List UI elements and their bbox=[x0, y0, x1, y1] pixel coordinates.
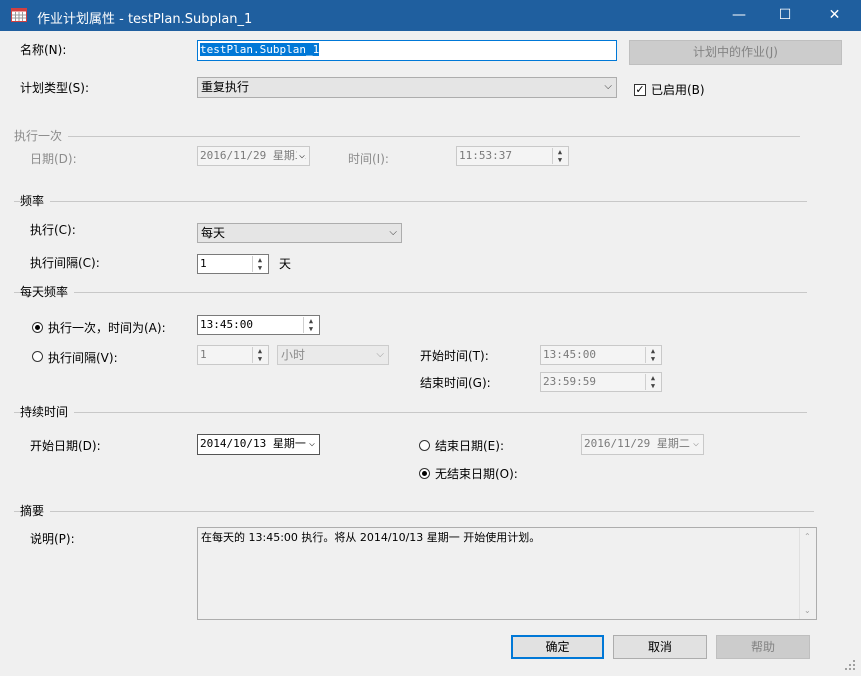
end-date-value: 2016/11/29 星期二 bbox=[584, 437, 690, 450]
start-time-spinner[interactable]: 13:45:00 ▲ ▼ bbox=[540, 345, 662, 365]
recurs-spinner[interactable]: 1 ▲ ▼ bbox=[197, 254, 269, 274]
scroll-up-icon: ⌃ bbox=[804, 532, 811, 541]
chevron-down-icon: ⌵ bbox=[376, 349, 384, 360]
enabled-checkbox[interactable]: ✓ bbox=[634, 84, 646, 96]
occurs-select[interactable]: 每天 ⌵ bbox=[197, 223, 402, 243]
recurs-label: 执行间隔(C): bbox=[30, 256, 100, 270]
end-date-radio[interactable] bbox=[419, 440, 430, 451]
daily-every-unit-value: 小时 bbox=[281, 348, 306, 362]
once-date-picker[interactable]: 2016/11/29 星期二 ⌵ bbox=[197, 146, 310, 166]
maximize-icon: ☐ bbox=[778, 7, 792, 23]
minimize-icon: — bbox=[732, 7, 746, 23]
start-date-value: 2014/10/13 星期一 bbox=[200, 437, 306, 450]
daily-once-radio[interactable] bbox=[32, 322, 43, 333]
end-date-label: 结束日期(E): bbox=[435, 439, 504, 453]
no-end-date-label: 无结束日期(O): bbox=[435, 467, 518, 481]
daily-once-time-spinner[interactable]: 13:45:00 ▲ ▼ bbox=[197, 315, 320, 335]
chevron-down-icon: ⌵ bbox=[389, 227, 397, 238]
enabled-label: 已启用(B) bbox=[651, 83, 705, 97]
minimize-button[interactable]: — bbox=[716, 0, 762, 31]
once-time-value: 11:53:37 bbox=[459, 149, 512, 162]
once-divider bbox=[14, 136, 800, 137]
frequency-section-title: 频率 bbox=[20, 193, 51, 209]
spinner-arrows-icon[interactable]: ▲ ▼ bbox=[252, 347, 267, 363]
daily-every-unit-select[interactable]: 小时 ⌵ bbox=[277, 345, 389, 365]
end-time-value: 23:59:59 bbox=[543, 375, 596, 388]
daily-every-radio[interactable] bbox=[32, 351, 43, 362]
recurs-unit: 天 bbox=[279, 257, 292, 271]
schedule-type-label: 计划类型(S): bbox=[20, 81, 90, 95]
resize-grip-icon[interactable] bbox=[843, 658, 857, 672]
once-date-value: 2016/11/29 星期二 bbox=[200, 149, 306, 162]
once-time-spinner[interactable]: 11:53:37 ▲ ▼ bbox=[456, 146, 569, 166]
checkmark-icon: ✓ bbox=[635, 83, 645, 96]
daily-once-time-value: 13:45:00 bbox=[200, 318, 253, 331]
schedule-type-select[interactable]: 重复执行 ⌵ bbox=[197, 77, 617, 98]
frequency-divider bbox=[14, 201, 807, 202]
spinner-arrows-icon[interactable]: ▲ ▼ bbox=[252, 256, 267, 272]
end-time-spinner[interactable]: 23:59:59 ▲ ▼ bbox=[540, 372, 662, 392]
maximize-button[interactable]: ☐ bbox=[762, 0, 808, 31]
spinner-arrows-icon[interactable]: ▲ ▼ bbox=[645, 347, 660, 363]
daily-divider bbox=[14, 292, 807, 293]
daily-every-spinner[interactable]: 1 ▲ ▼ bbox=[197, 345, 269, 365]
start-date-label: 开始日期(D): bbox=[30, 439, 101, 453]
summary-divider bbox=[14, 511, 814, 512]
spinner-arrows-icon[interactable]: ▲ ▼ bbox=[303, 317, 318, 333]
once-date-label: 日期(D): bbox=[30, 152, 77, 166]
name-label: 名称(N): bbox=[20, 43, 67, 57]
spinner-arrows-icon[interactable]: ▲ ▼ bbox=[552, 148, 567, 164]
recurs-value: 1 bbox=[200, 257, 207, 270]
daily-every-label: 执行间隔(V): bbox=[48, 351, 118, 365]
chevron-down-icon: ⌵ bbox=[306, 435, 315, 453]
help-button[interactable]: 帮助 bbox=[716, 635, 810, 659]
window-title: 作业计划属性 - testPlan.Subplan_1 bbox=[37, 12, 253, 27]
description-text: 在每天的 13:45:00 执行。将从 2014/10/13 星期一 开始使用计… bbox=[201, 531, 541, 544]
start-date-picker[interactable]: 2014/10/13 星期一 ⌵ bbox=[197, 434, 320, 455]
daily-section-title: 每天频率 bbox=[20, 284, 75, 300]
scroll-down-icon: ⌄ bbox=[804, 606, 811, 615]
cancel-button[interactable]: 取消 bbox=[613, 635, 707, 659]
no-end-date-radio[interactable] bbox=[419, 468, 430, 479]
name-value: testPlan.Subplan_1 bbox=[200, 43, 320, 56]
close-icon: ✕ bbox=[828, 7, 841, 23]
daily-once-label: 执行一次，时间为(A): bbox=[48, 321, 166, 335]
schedule-type-value: 重复执行 bbox=[201, 80, 250, 94]
start-time-label: 开始时间(T): bbox=[420, 349, 489, 363]
description-scrollbar[interactable]: ⌃ ⌄ bbox=[799, 528, 816, 619]
once-section-title: 执行一次 bbox=[14, 128, 69, 144]
description-textarea[interactable]: 在每天的 13:45:00 执行。将从 2014/10/13 星期一 开始使用计… bbox=[197, 527, 817, 620]
chevron-down-icon: ⌵ bbox=[690, 435, 699, 453]
once-time-label: 时间(I): bbox=[348, 152, 389, 166]
daily-every-value: 1 bbox=[200, 348, 207, 361]
spinner-arrows-icon[interactable]: ▲ ▼ bbox=[645, 374, 660, 390]
summary-section-title: 摘要 bbox=[20, 503, 51, 519]
occurs-value: 每天 bbox=[201, 226, 226, 240]
chevron-down-icon: ⌵ bbox=[296, 147, 305, 165]
calendar-grid-icon bbox=[11, 8, 27, 22]
duration-section-title: 持续时间 bbox=[20, 404, 75, 420]
duration-divider bbox=[14, 412, 807, 413]
description-label: 说明(P): bbox=[30, 532, 75, 546]
ok-button[interactable]: 确定 bbox=[511, 635, 604, 659]
close-button[interactable]: ✕ bbox=[808, 0, 861, 31]
start-time-value: 13:45:00 bbox=[543, 348, 596, 361]
end-date-picker[interactable]: 2016/11/29 星期二 ⌵ bbox=[581, 434, 704, 455]
name-input[interactable]: testPlan.Subplan_1 bbox=[197, 40, 617, 61]
chevron-down-icon: ⌵ bbox=[604, 81, 612, 92]
occurs-label: 执行(C): bbox=[30, 223, 76, 237]
end-time-label: 结束时间(G): bbox=[420, 376, 491, 390]
title-bar: 作业计划属性 - testPlan.Subplan_1 — ☐ ✕ bbox=[0, 0, 861, 31]
jobs-in-schedule-button[interactable]: 计划中的作业(J) bbox=[629, 40, 842, 65]
